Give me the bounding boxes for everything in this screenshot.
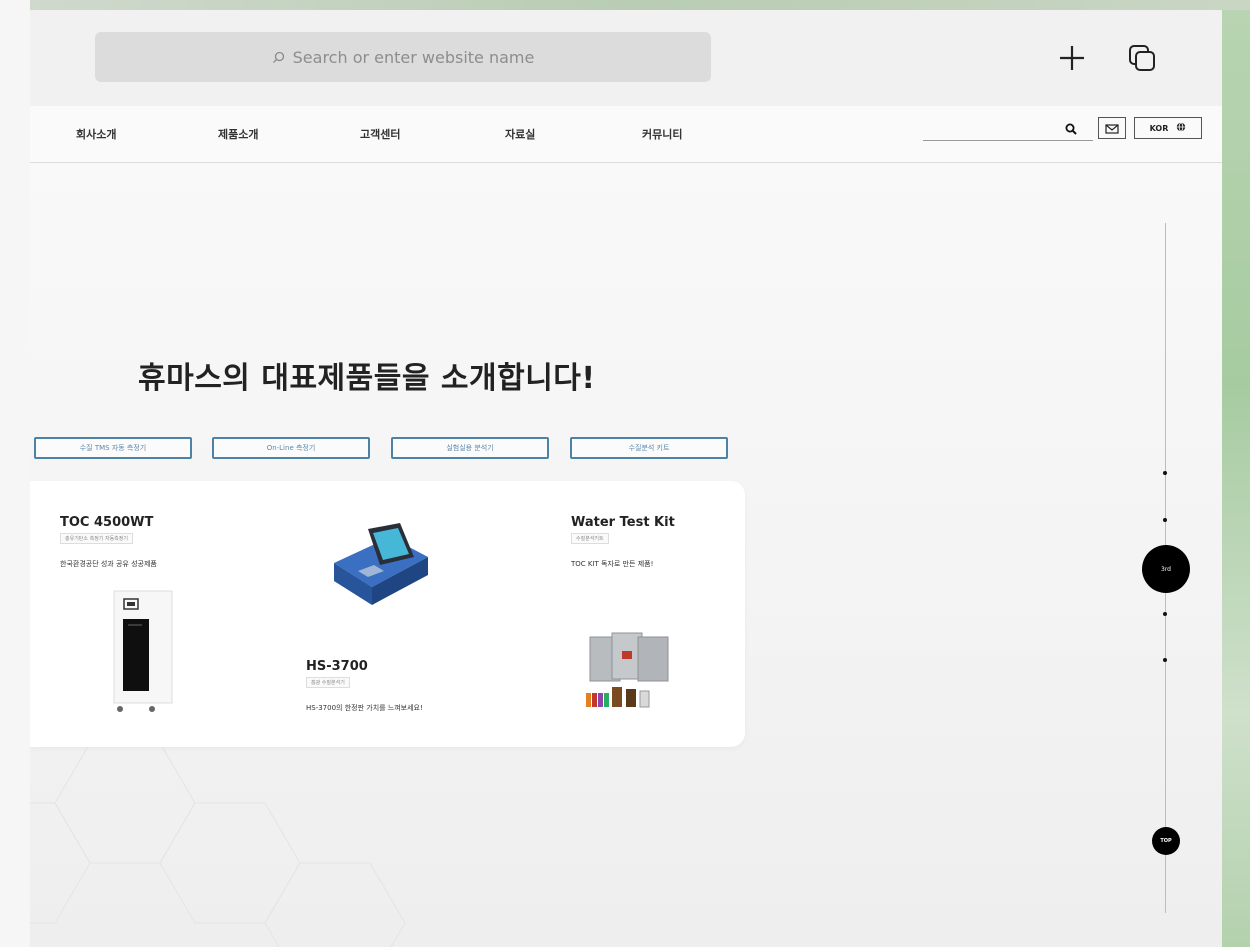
- browser-toolbar: Search or enter website name: [30, 10, 1222, 106]
- mail-button[interactable]: [1098, 117, 1126, 139]
- hs3700-analyzer-image[interactable]: [328, 519, 432, 611]
- mail-icon: [1105, 119, 1119, 138]
- nav-item-company[interactable]: 회사소개: [76, 126, 116, 142]
- new-tab-button[interactable]: [1052, 40, 1092, 80]
- language-label: KOR: [1149, 123, 1169, 133]
- section-dot-1[interactable]: [1163, 471, 1167, 475]
- top-background-edge: [30, 0, 1250, 10]
- page-headline: 휴마스의 대표제품들을 소개합니다!: [138, 361, 596, 396]
- hexagon-pattern: [30, 742, 406, 947]
- scroll-top-label: TOP: [1160, 838, 1172, 844]
- tabs-icon: [1127, 43, 1157, 77]
- category-tab-online[interactable]: On-Line 측정기: [212, 437, 370, 459]
- product-title-water-kit[interactable]: Water Test Kit: [571, 515, 675, 530]
- nav-search-field[interactable]: [923, 140, 1093, 141]
- section-dot-active-label: 3rd: [1161, 565, 1171, 573]
- nav-item-resources[interactable]: 자료실: [505, 126, 535, 142]
- address-bar[interactable]: Search or enter website name: [95, 32, 711, 82]
- product-desc-hs3700: HS-3700의 한정판 가치를 느껴보세요!: [306, 704, 423, 712]
- main-content: 휴마스의 대표제품들을 소개합니다! 수질 TMS 자동 측정기 On-Line…: [30, 163, 1222, 947]
- browser-window: Search or enter website name 회사소개 제품소개 고…: [30, 10, 1222, 947]
- nav-item-community[interactable]: 커뮤니티: [642, 126, 682, 142]
- left-sidebar-edge: [0, 0, 31, 947]
- tabs-overview-button[interactable]: [1122, 40, 1162, 80]
- product-tag-hs3700: 흡광 수질분석기: [306, 677, 350, 688]
- scroll-top-button[interactable]: TOP: [1152, 827, 1180, 855]
- category-tab-lab[interactable]: 실험실용 분석기: [391, 437, 549, 459]
- globe-icon: [1176, 122, 1186, 134]
- nav-item-products[interactable]: 제품소개: [218, 126, 258, 142]
- section-dot-5[interactable]: [1163, 658, 1167, 662]
- product-tag-water-kit: 수질분석키트: [571, 533, 609, 544]
- category-tab-tms[interactable]: 수질 TMS 자동 측정기: [34, 437, 192, 459]
- search-icon[interactable]: [1065, 120, 1077, 139]
- product-desc-water-kit: TOC KIT 독자로 만든 제품!: [571, 560, 654, 568]
- section-dot-4[interactable]: [1163, 612, 1167, 616]
- language-selector[interactable]: KOR: [1134, 117, 1202, 139]
- section-dot-active[interactable]: 3rd: [1142, 545, 1190, 593]
- product-title-hs3700[interactable]: HS-3700: [306, 659, 368, 674]
- product-desc-toc: 한국환경공단 성과 공유 성공제품: [60, 560, 157, 568]
- nav-item-support[interactable]: 고객센터: [360, 126, 400, 142]
- plus-icon: [1057, 43, 1087, 77]
- address-placeholder: Search or enter website name: [292, 47, 535, 67]
- search-icon: [272, 51, 285, 64]
- category-tab-kit[interactable]: 수질분석 키트: [570, 437, 728, 459]
- product-card: TOC 4500WT 총유기탄소 측정기 자동측정기 한국환경공단 성과 공유 …: [30, 481, 745, 747]
- site-nav: 회사소개 제품소개 고객센터 자료실 커뮤니티 KOR: [30, 106, 1222, 163]
- right-background-edge: [1222, 10, 1250, 947]
- section-dot-2[interactable]: [1163, 518, 1167, 522]
- product-tag-toc: 총유기탄소 측정기 자동측정기: [60, 533, 133, 544]
- toc-analyzer-image[interactable]: [112, 589, 174, 715]
- water-kit-image[interactable]: [582, 631, 678, 715]
- product-title-toc[interactable]: TOC 4500WT: [60, 515, 153, 530]
